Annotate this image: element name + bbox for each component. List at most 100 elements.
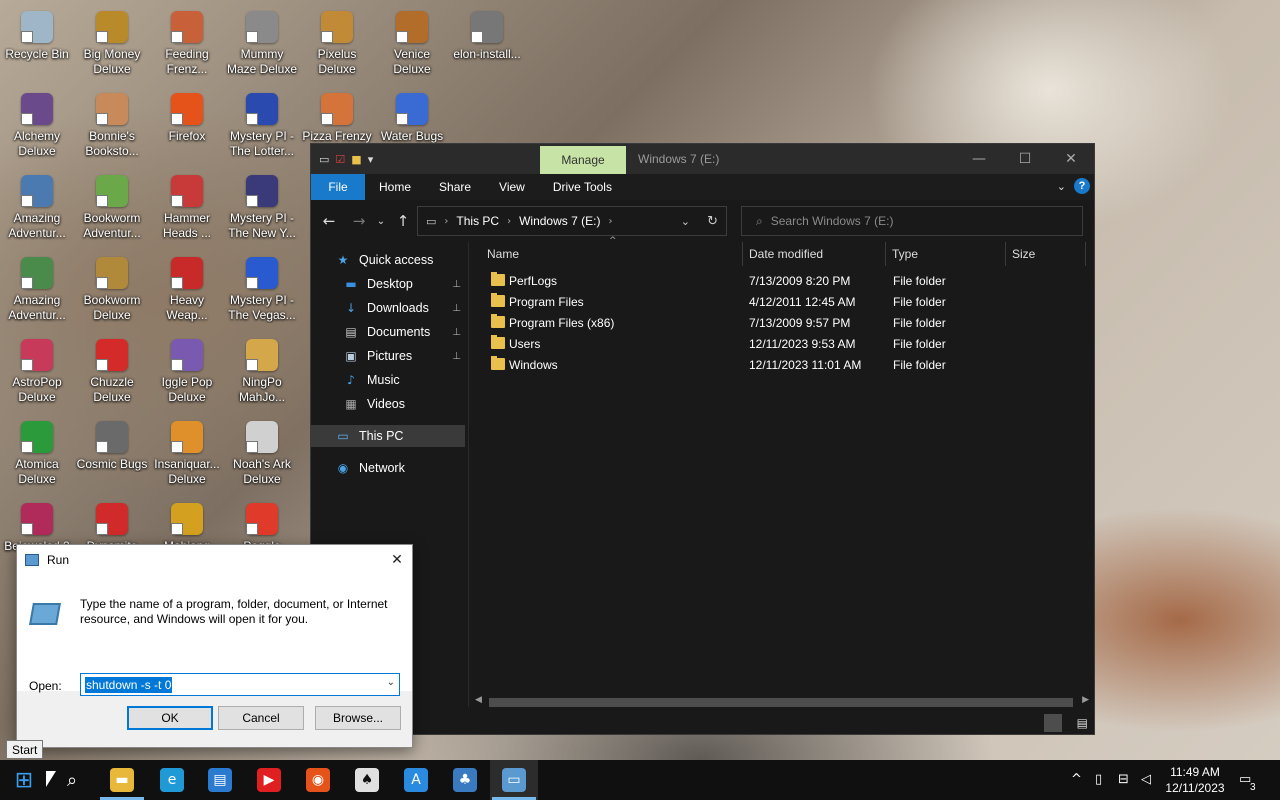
column-size[interactable]: Size — [1006, 242, 1086, 266]
show-hidden-icons-icon[interactable]: ^ — [1071, 772, 1082, 787]
nav-item[interactable]: ◉ Network — [311, 457, 465, 479]
desktop-icon[interactable]: Iggle Pop Deluxe — [150, 333, 224, 415]
youtube-taskbar[interactable]: ▶ — [245, 760, 293, 800]
edge-taskbar[interactable]: e — [148, 760, 196, 800]
forward-button[interactable]: → — [345, 207, 373, 235]
scroll-right-icon[interactable]: ▶ — [1082, 695, 1089, 705]
file-explorer-taskbar[interactable]: ▬ — [98, 760, 146, 800]
close-button[interactable]: ✕ — [382, 545, 412, 575]
chevron-down-icon[interactable]: ⌄ — [387, 677, 395, 688]
desktop-icon[interactable]: Mystery PI - The Vegas... — [225, 251, 299, 333]
manage-tab[interactable]: Manage — [540, 146, 626, 174]
tab-home[interactable]: Home — [365, 174, 425, 200]
large-icons-view-icon[interactable]: ▤ — [1077, 716, 1088, 730]
desktop-icon[interactable]: Big Money Deluxe — [75, 5, 149, 87]
scroll-left-icon[interactable]: ◀ — [475, 695, 482, 705]
new-folder-icon[interactable]: ■ — [351, 153, 361, 166]
desktop-icon[interactable]: Amazing Adventur... — [0, 169, 74, 251]
network-icon[interactable]: ⊟ — [1118, 772, 1129, 787]
details-view-icon[interactable] — [1044, 714, 1062, 732]
desktop-icon[interactable]: Firefox — [150, 87, 224, 169]
tab-file[interactable]: File — [311, 174, 365, 200]
horizontal-scrollbar[interactable]: ◀ ▶ — [471, 694, 1093, 710]
file-row[interactable]: Program Files (x86) 7/13/2009 9:57 PM File… — [491, 313, 1091, 334]
properties-icon[interactable]: ☑ — [335, 153, 345, 166]
desktop-icon[interactable]: elon-install... — [450, 5, 524, 87]
desktop-icon[interactable]: Mystery PI - The Lotter... — [225, 87, 299, 169]
run-dialog[interactable]: Run ✕ Type the name of a program, folder… — [16, 544, 413, 748]
game-taskbar[interactable]: ♣ — [441, 760, 489, 800]
tab-view[interactable]: View — [485, 174, 539, 200]
nav-item[interactable]: ▭ This PC — [311, 425, 465, 447]
back-button[interactable]: ← — [315, 207, 343, 235]
desktop-icon[interactable]: Heavy Weap... — [150, 251, 224, 333]
file-row[interactable]: Users 12/11/2023 9:53 AM File folder — [491, 334, 1091, 355]
browse-button[interactable]: Browse... — [315, 706, 401, 730]
desktop-icon[interactable]: AstroPop Deluxe — [0, 333, 74, 415]
app-store-taskbar[interactable]: A — [392, 760, 440, 800]
desktop-icon[interactable]: Insaniquar... Deluxe — [150, 415, 224, 497]
ok-button[interactable]: OK — [127, 706, 213, 730]
search-field[interactable]: ⌕ Search Windows 7 (E:) — [741, 206, 1083, 236]
breadcrumb-drive[interactable]: Windows 7 (E:) — [519, 214, 600, 228]
desktop-icon[interactable]: Venice Deluxe — [375, 5, 449, 87]
desktop-icon[interactable]: Amazing Adventur... — [0, 251, 74, 333]
tab-share[interactable]: Share — [425, 174, 485, 200]
desktop-icon[interactable]: Noah's Ark Deluxe — [225, 415, 299, 497]
explorer-titlebar[interactable]: ▭ ☑ ■ ▾ Manage Windows 7 (E:) — ☐ ✕ — [311, 144, 1094, 174]
volume-muted-icon[interactable]: ◁ — [1141, 772, 1151, 787]
firefox-taskbar[interactable]: ◉ — [294, 760, 342, 800]
help-icon[interactable]: ? — [1074, 178, 1090, 194]
address-dropdown-icon[interactable]: ⌄ — [681, 215, 690, 228]
desktop-icon[interactable]: Feeding Frenz... — [150, 5, 224, 87]
desktop-icon[interactable]: Mummy Maze Deluxe — [225, 5, 299, 87]
desktop-icon[interactable]: Hammer Heads ... — [150, 169, 224, 251]
nav-item[interactable]: ▤ Documents ⊥ — [311, 321, 465, 343]
cancel-button[interactable]: Cancel — [218, 706, 304, 730]
nav-item[interactable]: ♪ Music — [311, 369, 465, 391]
file-row[interactable]: Program Files 4/12/2011 12:45 AM File fold… — [491, 292, 1091, 313]
address-field[interactable]: ▭ › This PC › Windows 7 (E:) › ⌄ ↻ — [417, 206, 727, 236]
column-date-modified[interactable]: Date modified — [743, 242, 886, 266]
expand-ribbon-icon[interactable]: ⌄ — [1057, 180, 1066, 193]
open-combobox[interactable]: shutdown -s -t 0 ⌄ — [80, 673, 400, 696]
minimize-button[interactable]: — — [956, 144, 1002, 174]
desktop-icon[interactable]: Bookworm Adventur... — [75, 169, 149, 251]
run-taskbar[interactable]: ▭ — [490, 760, 538, 800]
maximize-button[interactable]: ☐ — [1002, 144, 1048, 174]
breadcrumb-this-pc[interactable]: This PC — [456, 214, 499, 228]
tab-drive-tools[interactable]: Drive Tools — [539, 174, 626, 200]
nav-item[interactable]: ▣ Pictures ⊥ — [311, 345, 465, 367]
qat-dropdown-icon[interactable]: ▾ — [368, 153, 374, 166]
nav-item[interactable]: ↓ Downloads ⊥ — [311, 297, 465, 319]
up-button[interactable]: ↑ — [389, 207, 417, 235]
run-titlebar[interactable]: Run ✕ — [17, 545, 412, 575]
file-row[interactable]: Windows 12/11/2023 11:01 AM File folder — [491, 355, 1091, 376]
file-explorer-window[interactable]: ▭ ☑ ■ ▾ Manage Windows 7 (E:) — ☐ ✕ File… — [310, 143, 1095, 735]
close-button[interactable]: ✕ — [1048, 144, 1094, 174]
nav-item[interactable]: ▦ Videos — [311, 393, 465, 415]
file-row[interactable]: PerfLogs 7/13/2009 8:20 PM File folder — [491, 271, 1091, 292]
column-type[interactable]: Type — [886, 242, 1006, 266]
desktop-icon[interactable]: Chuzzle Deluxe — [75, 333, 149, 415]
desktop-icon[interactable]: Bonnie's Booksto... — [75, 87, 149, 169]
scrollbar-thumb[interactable] — [489, 698, 1073, 707]
desktop-icon[interactable]: Atomica Deluxe — [0, 415, 74, 497]
open-input-value[interactable]: shutdown -s -t 0 — [85, 676, 173, 693]
desktop-icon[interactable]: Cosmic Bugs — [75, 415, 149, 497]
desktop-icon[interactable]: Alchemy Deluxe — [0, 87, 74, 169]
desktop-icon[interactable]: Pixelus Deluxe — [300, 5, 374, 87]
nav-item[interactable]: ▬ Desktop ⊥ — [311, 273, 465, 295]
desktop-icon[interactable]: Bookworm Deluxe — [75, 251, 149, 333]
recent-locations-button[interactable]: ⌄ — [371, 207, 391, 235]
clock[interactable]: 11:49 AM 12/11/2023 — [1160, 764, 1230, 796]
refresh-icon[interactable]: ↻ — [707, 214, 718, 229]
desktop-icon[interactable]: Recycle Bin — [0, 5, 74, 87]
solitaire-taskbar[interactable]: ♠ — [343, 760, 391, 800]
desktop-icon[interactable]: Mystery PI - The New Y... — [225, 169, 299, 251]
device-icon[interactable]: ▯ — [1095, 772, 1102, 787]
store-taskbar[interactable]: ▤ — [196, 760, 244, 800]
nav-item[interactable]: ★ Quick access — [311, 249, 465, 271]
start-button[interactable]: ⊞ — [0, 760, 48, 800]
desktop-icon[interactable]: NingPo MahJo... — [225, 333, 299, 415]
